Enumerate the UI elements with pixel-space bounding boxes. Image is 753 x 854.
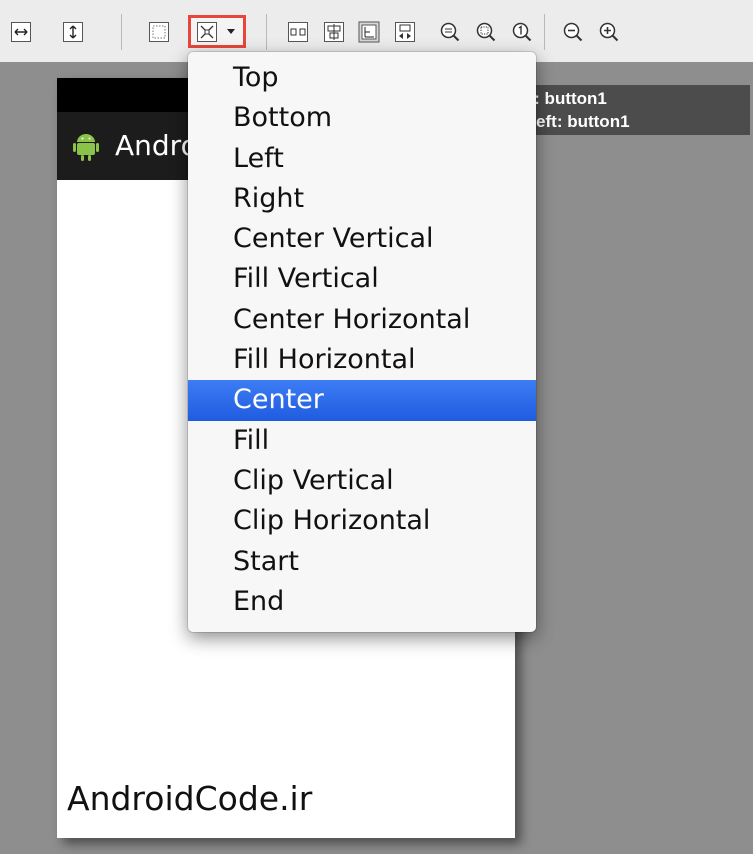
fill-width-icon[interactable] [10, 21, 32, 43]
menu-item-bottom[interactable]: Bottom [188, 98, 536, 138]
chevron-down-icon [227, 29, 235, 34]
align-baseline-icon[interactable] [358, 21, 380, 43]
menu-item-right[interactable]: Right [188, 179, 536, 219]
menu-item-fill[interactable]: Fill [188, 421, 536, 461]
gravity-icon [196, 21, 218, 43]
menu-item-fill-horizontal[interactable]: Fill Horizontal [188, 340, 536, 380]
menu-item-center[interactable]: Center [188, 380, 536, 421]
menu-item-fill-vertical[interactable]: Fill Vertical [188, 259, 536, 299]
android-logo-icon [73, 130, 99, 162]
toolbar-separator [266, 14, 267, 50]
gravity-dropdown-button[interactable] [188, 15, 246, 48]
center-align-icon[interactable] [323, 21, 345, 43]
menu-item-left[interactable]: Left [188, 139, 536, 179]
distribute-weights-icon[interactable] [287, 21, 309, 43]
zoom-out-icon[interactable] [562, 21, 584, 43]
zoom-fit-icon[interactable] [439, 21, 461, 43]
menu-item-clip-vertical[interactable]: Clip Vertical [188, 461, 536, 501]
toolbar-separator [544, 14, 545, 50]
footer-text[interactable]: AndroidCode.ir [67, 779, 312, 819]
menu-item-clip-horizontal[interactable]: Clip Horizontal [188, 501, 536, 541]
zoom-in-icon[interactable] [598, 21, 620, 43]
menu-item-center-vertical[interactable]: Center Vertical [188, 219, 536, 259]
menu-item-top[interactable]: Top [188, 58, 536, 98]
menu-item-start[interactable]: Start [188, 542, 536, 582]
toolbar-separator [121, 14, 122, 50]
zoom-100-icon[interactable] [511, 21, 533, 43]
menu-item-center-horizontal[interactable]: Center Horizontal [188, 300, 536, 340]
gravity-dropdown-menu: Top Bottom Left Right Center Vertical Fi… [188, 52, 536, 632]
menu-item-end[interactable]: End [188, 582, 536, 622]
layout-margins-icon[interactable] [148, 21, 170, 43]
zoom-actual-icon[interactable] [475, 21, 497, 43]
fill-height-icon[interactable] [62, 21, 84, 43]
clear-weights-icon[interactable] [394, 21, 416, 43]
